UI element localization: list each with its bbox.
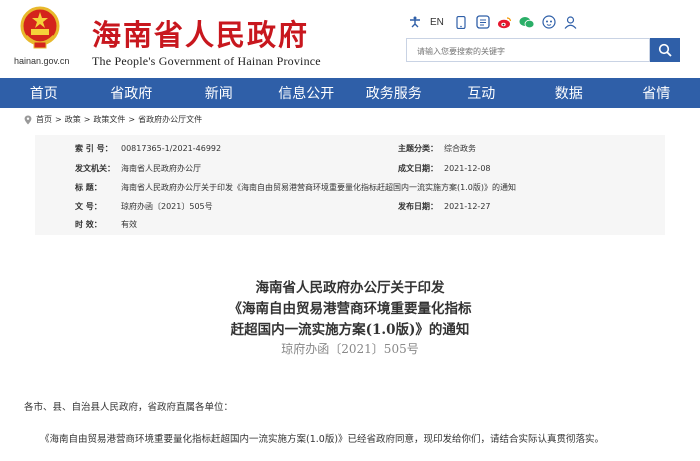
info-publish-date: 发布日期： 2021-12-27 [398, 201, 491, 212]
info-value: 海南省人民政府办公厅 [121, 164, 201, 173]
search-input[interactable] [415, 40, 649, 63]
info-issuer: 发文机关： 海南省人民政府办公厅 [75, 163, 201, 174]
info-value: 综合政务 [444, 144, 476, 153]
nav-item-information-disclosure[interactable]: 信息公开 [263, 78, 351, 108]
search-icon [658, 43, 672, 57]
info-index: 索 引 号： 00817365-1/2021-46992 [75, 143, 221, 154]
breadcrumb-separator: > [55, 115, 62, 124]
info-validity: 时 效： 有效 [75, 219, 137, 230]
document-title-line-1: 海南省人民政府办公厅关于印发 [255, 280, 445, 296]
nav-item-news[interactable]: 新闻 [175, 78, 263, 108]
info-label: 成文日期： [398, 164, 438, 173]
info-value: 琼府办函〔2021〕505号 [121, 202, 213, 211]
site-domain: hainan.gov.cn [14, 56, 70, 66]
site-header: hainan.gov.cn 海南省人民政府 The People's Gover… [0, 0, 700, 78]
info-value: 2021-12-27 [444, 202, 491, 211]
nav-item-home[interactable]: 首页 [0, 78, 88, 108]
document-body-paragraph: 《海南自由贸易港营商环境重要量化指标赶超国内一流实施方案(1.0版)》已经省政府… [40, 434, 605, 445]
info-value: 海南省人民政府办公厅关于印发《海南自由贸易港营商环境重要量化指标赶超国内一流实施… [121, 183, 516, 192]
top-links: EN [406, 13, 584, 31]
info-value: 2021-12-08 [444, 164, 491, 173]
breadcrumb-home[interactable]: 首页 [36, 114, 52, 125]
accessibility-icon[interactable] [406, 13, 424, 31]
search-box [406, 38, 650, 63]
document-number: 琼府办函〔2021〕505号 [281, 342, 419, 356]
info-label: 发布日期： [398, 202, 438, 211]
site-title[interactable]: 海南省人民政府 [92, 12, 309, 54]
nav-item-data[interactable]: 数据 [525, 78, 613, 108]
user-icon[interactable] [562, 13, 580, 31]
breadcrumb-separator: > [83, 115, 91, 124]
document-title-line-3: 赶超国内一流实施方案(1.0版)》的通知 [230, 322, 470, 338]
info-document-number: 文 号： 琼府办函〔2021〕505号 [75, 201, 213, 212]
info-value: 有效 [121, 220, 137, 229]
breadcrumb-separator: > [128, 115, 136, 124]
breadcrumb: 首页 > 政策 > 政策文件 > 省政府办公厅文件 [24, 114, 202, 125]
document-title-line-2: 《海南自由贸易港营商环境重要量化指标 [228, 301, 472, 317]
info-label: 文 号： [75, 202, 102, 211]
nav-item-province-overview[interactable]: 省情 [613, 78, 700, 108]
info-title: 标 题： 海南省人民政府办公厅关于印发《海南自由贸易港营商环境重要量化指标赶超国… [75, 182, 516, 193]
nav-item-interaction[interactable]: 互动 [438, 78, 526, 108]
info-label: 主题分类： [398, 144, 438, 153]
government-app-icon[interactable] [474, 13, 492, 31]
info-label: 索 引 号： [75, 144, 113, 153]
site-subtitle: The People's Government of Hainan Provin… [92, 54, 321, 68]
national-emblem-icon[interactable] [20, 6, 60, 50]
breadcrumb-policy[interactable]: 政策 [65, 114, 81, 125]
main-nav: 首页 省政府 新闻 信息公开 政务服务 互动 数据 省情 [0, 78, 700, 108]
info-label: 时 效： [75, 220, 102, 229]
breadcrumb-policy-documents[interactable]: 政策文件 [93, 114, 125, 125]
robot-icon[interactable] [540, 13, 558, 31]
weibo-icon[interactable] [496, 13, 514, 31]
location-pin-icon [24, 115, 32, 124]
document-salutation: 各市、县、自治县人民政府，省政府直属各单位： [24, 402, 234, 413]
info-written-date: 成文日期： 2021-12-08 [398, 163, 491, 174]
nav-item-government-services[interactable]: 政务服务 [350, 78, 438, 108]
info-label: 标 题： [75, 183, 102, 192]
info-value: 00817365-1/2021-46992 [121, 144, 222, 153]
info-label: 发文机关： [75, 164, 115, 173]
breadcrumb-office-documents[interactable]: 省政府办公厅文件 [138, 114, 202, 125]
info-category: 主题分类： 综合政务 [398, 143, 476, 154]
document-info-panel: 索 引 号： 00817365-1/2021-46992 主题分类： 综合政务 … [35, 135, 665, 235]
nav-item-provincial-government[interactable]: 省政府 [88, 78, 176, 108]
search-button[interactable] [650, 38, 680, 62]
wechat-icon[interactable] [518, 13, 536, 31]
english-link[interactable]: EN [428, 13, 446, 31]
mobile-icon[interactable] [452, 13, 470, 31]
